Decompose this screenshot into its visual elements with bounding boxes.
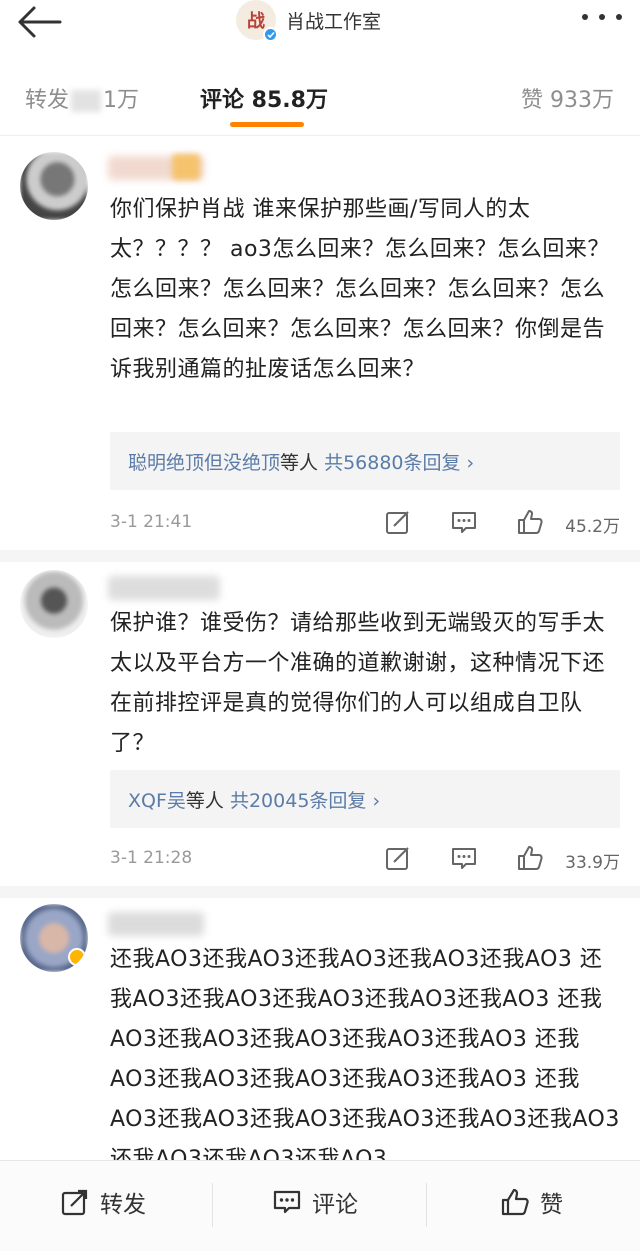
avatar[interactable] <box>20 570 88 638</box>
tab-comment[interactable]: 评论 85.8万 <box>200 82 328 114</box>
tab-forward-label: 转发 <box>25 88 70 113</box>
comment-meta: 3-1 21:41 45.2万 <box>110 508 620 538</box>
thumbs-up-icon[interactable] <box>516 844 544 872</box>
user-badge <box>172 154 200 180</box>
comment-text: 保护谁？谁受伤？请给那些收到无端毁灭的写手太太以及平台方一个准确的道歉谢谢，这种… <box>110 611 606 756</box>
repost-icon[interactable] <box>384 844 412 872</box>
blurred-username[interactable] <box>108 576 220 600</box>
separator <box>426 1183 427 1227</box>
back-button[interactable] <box>14 4 64 40</box>
separator <box>212 1183 213 1227</box>
tab-forward[interactable]: 转发 1万 <box>25 82 139 114</box>
blurred-count <box>71 90 102 112</box>
reply-connector: 等人 <box>280 452 319 474</box>
like-label: 赞 <box>540 1192 563 1218</box>
like-button[interactable]: 赞 <box>500 1185 563 1219</box>
comment-icon[interactable] <box>450 508 478 536</box>
forward-button[interactable]: 转发 <box>60 1185 146 1219</box>
repost-icon <box>61 1189 88 1216</box>
tab-like[interactable]: 赞 933万 <box>521 82 614 114</box>
tab-bar: 转发 1万 评论 85.8万 赞 933万 <box>0 56 640 136</box>
comment-divider <box>0 886 640 898</box>
active-tab-indicator <box>230 122 304 127</box>
forward-label: 转发 <box>100 1192 146 1218</box>
comment-icon[interactable] <box>450 844 478 872</box>
account-avatar[interactable]: 战 <box>236 0 278 42</box>
avatar[interactable] <box>20 904 88 972</box>
reply-summary[interactable]: 聪明绝顶但没绝顶等人 共56880条回复 › <box>110 432 620 490</box>
member-badge-icon <box>68 948 86 966</box>
like-count: 45.2万 <box>565 517 620 537</box>
reply-users[interactable]: 聪明绝顶但没绝顶 <box>128 452 280 474</box>
blurred-username[interactable] <box>108 912 204 936</box>
top-nav-bar: 战 肖战工作室 <box>0 0 640 56</box>
verified-badge-icon <box>263 27 278 42</box>
arrow-left-icon <box>18 6 62 38</box>
brand-logo: 战 <box>247 11 265 32</box>
more-dots-icon[interactable] <box>582 14 622 24</box>
comment-text: 你们保护肖战 谁来保护那些画/写同人的太太？？？？ ao3怎么回来？怎么回来？怎… <box>110 197 610 382</box>
comment-divider <box>0 550 640 562</box>
comment-icon <box>273 1190 301 1214</box>
reply-users[interactable]: XQF吴 <box>128 790 186 812</box>
thumbs-up-icon[interactable] <box>516 508 544 536</box>
thumbs-up-icon <box>501 1188 529 1216</box>
account-header[interactable]: 战 肖战工作室 <box>236 0 382 42</box>
account-name: 肖战工作室 <box>286 10 382 33</box>
comment-meta: 3-1 21:28 33.9万 <box>110 844 620 874</box>
repost-icon[interactable] <box>384 508 412 536</box>
tab-forward-count: 1万 <box>103 88 140 113</box>
comment-text: 还我AO3还我AO3还我AO3还我AO3还我AO3 还我AO3还我AO3还我AO… <box>110 947 620 1160</box>
bottom-action-bar: 转发 评论 赞 <box>0 1160 640 1251</box>
comment-item: 还我AO3还我AO3还我AO3还我AO3还我AO3 还我AO3还我AO3还我AO… <box>0 904 640 1160</box>
avatar[interactable] <box>20 152 88 220</box>
comment-label: 评论 <box>312 1192 358 1218</box>
like-count: 33.9万 <box>565 853 620 873</box>
comment-time: 3-1 21:28 <box>110 848 193 868</box>
reply-count-link[interactable]: 共20045条回复 › <box>230 790 380 812</box>
reply-count-link[interactable]: 共56880条回复 › <box>324 452 474 474</box>
comment-time: 3-1 21:41 <box>110 512 193 532</box>
reply-summary[interactable]: XQF吴等人 共20045条回复 › <box>110 770 620 828</box>
reply-connector: 等人 <box>185 790 224 812</box>
comment-button[interactable]: 评论 <box>272 1185 358 1219</box>
